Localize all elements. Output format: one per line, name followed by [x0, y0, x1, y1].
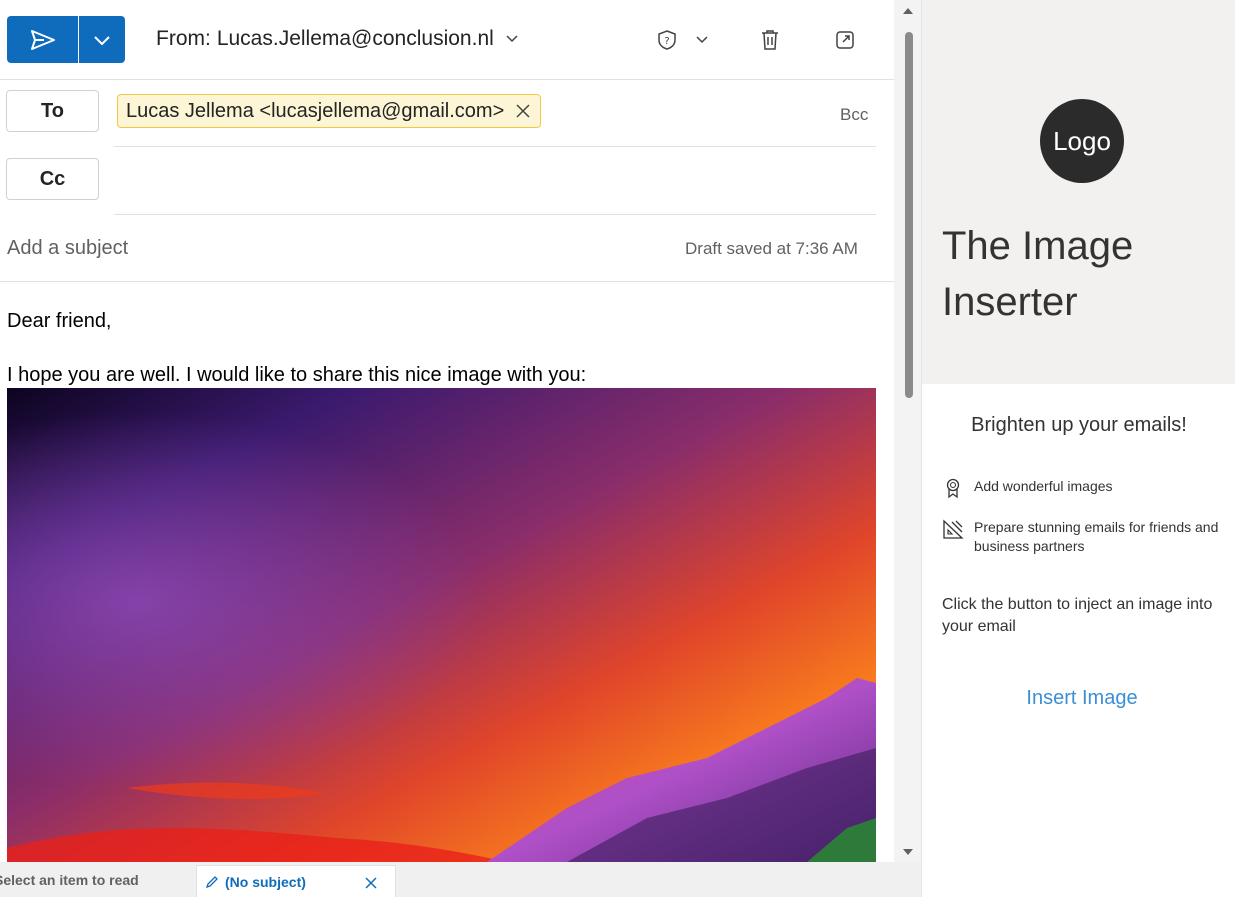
addin-pane: Logo The Image Inserter Brighten up your…: [921, 0, 1235, 897]
bcc-button[interactable]: Bcc: [840, 105, 868, 125]
close-icon[interactable]: [516, 104, 530, 118]
discard-button[interactable]: [758, 28, 782, 52]
inserted-image[interactable]: [7, 388, 876, 862]
compose-scrollbar[interactable]: [894, 0, 921, 862]
recipient-chip-label: Lucas Jellema <lucasjellema@gmail.com>: [126, 99, 505, 122]
from-label: From:: [156, 27, 211, 50]
pencil-icon: [205, 875, 218, 888]
sunset-mountain-image: [7, 388, 876, 862]
scroll-up-arrow-icon[interactable]: [903, 8, 913, 14]
tab-draft-label: (No subject): [225, 873, 306, 890]
sensitivity-dropdown[interactable]: [690, 28, 714, 52]
close-icon[interactable]: [365, 877, 377, 889]
draft-status: Draft saved at 7:36 AM: [685, 239, 858, 258]
pop-out-icon: [836, 31, 854, 49]
design-ideas-icon: [943, 519, 964, 539]
from-selector[interactable]: From: Lucas.Jellema@conclusion.nl: [156, 27, 518, 51]
scrollbar-thumb[interactable]: [905, 32, 913, 398]
feature-text: Prepare stunning emails for friends and …: [974, 519, 1219, 554]
outlook-window: From: Lucas.Jellema@conclusion.nl ? To L…: [0, 0, 1235, 897]
addin-header: Logo The Image Inserter: [922, 0, 1235, 384]
addin-tagline: Brighten up your emails!: [971, 414, 1187, 436]
sensitivity-button[interactable]: ?: [655, 28, 679, 52]
addin-logo: Logo: [1040, 99, 1124, 183]
body-greeting[interactable]: Dear friend,: [7, 310, 112, 333]
ribbon-icon: [946, 478, 960, 499]
chevron-down-icon: [94, 35, 110, 45]
cc-button[interactable]: Cc: [6, 158, 99, 200]
body-line[interactable]: I hope you are well. I would like to sha…: [7, 364, 586, 387]
subject-input[interactable]: Add a subject: [7, 237, 128, 260]
from-address: Lucas.Jellema@conclusion.nl: [216, 27, 494, 50]
recipient-chip[interactable]: Lucas Jellema <lucasjellema@gmail.com>: [117, 94, 542, 128]
compose-pane: From: Lucas.Jellema@conclusion.nl ? To L…: [0, 0, 894, 862]
addin-title: The Image Inserter: [942, 224, 1134, 324]
feature-item: Prepare stunning emails for friends and …: [942, 518, 1222, 556]
send-button[interactable]: [7, 16, 78, 63]
svg-text:?: ?: [664, 36, 669, 47]
send-options-dropdown[interactable]: [79, 16, 125, 63]
compose-toolbar: From: Lucas.Jellema@conclusion.nl ?: [0, 0, 894, 80]
send-icon: [30, 29, 55, 50]
to-button[interactable]: To: [6, 90, 99, 132]
pop-out-button[interactable]: [833, 28, 857, 52]
shield-question-icon: ?: [658, 30, 676, 50]
feature-item: Add wonderful images: [942, 477, 1222, 499]
trash-icon: [762, 30, 778, 50]
bottom-tab-bar: Select an item to read (No subject): [0, 862, 921, 897]
tab-select-item[interactable]: Select an item to read: [0, 862, 186, 897]
subject-divider: [0, 281, 894, 282]
chevron-down-icon: [506, 35, 518, 43]
insert-image-button[interactable]: Insert Image: [922, 687, 1235, 710]
scroll-down-arrow-icon[interactable]: [903, 849, 913, 855]
addin-instruction: Click the button to inject an image into…: [942, 596, 1213, 635]
to-divider: [114, 146, 876, 147]
cc-divider: [114, 214, 876, 215]
feature-text: Add wonderful images: [974, 478, 1113, 494]
chevron-down-icon: [696, 36, 708, 44]
